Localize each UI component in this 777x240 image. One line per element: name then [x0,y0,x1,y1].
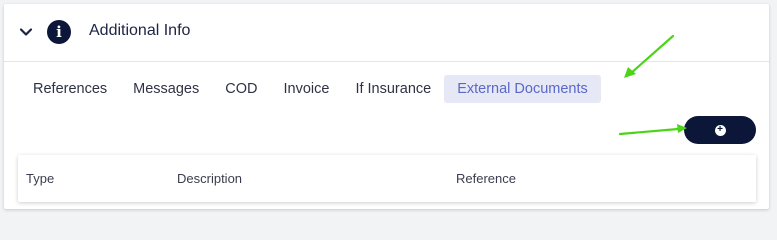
tab-messages[interactable]: Messages [120,75,212,103]
chevron-down-icon[interactable] [19,25,33,39]
tab-cod[interactable]: COD [212,75,270,103]
column-header-description: Description [177,171,243,186]
add-document-button[interactable]: + [684,116,756,144]
additional-info-panel: i Additional Info References Messages CO… [4,4,769,209]
column-header-type: Type [26,171,55,186]
tab-external-documents[interactable]: External Documents [444,75,601,103]
section-title: Additional Info [89,22,191,39]
tab-if-insurance[interactable]: If Insurance [342,75,444,103]
info-glyph: i [56,22,62,41]
section-header[interactable]: i Additional Info [4,4,769,62]
info-icon: i [47,20,71,44]
tab-invoice[interactable]: Invoice [270,75,342,103]
plus-circle-icon: + [714,124,726,136]
documents-table: Type Description Reference [18,155,756,202]
tab-references[interactable]: References [20,75,120,103]
tab-bar: References Messages COD Invoice If Insur… [20,75,601,103]
column-header-reference: Reference [456,171,516,186]
